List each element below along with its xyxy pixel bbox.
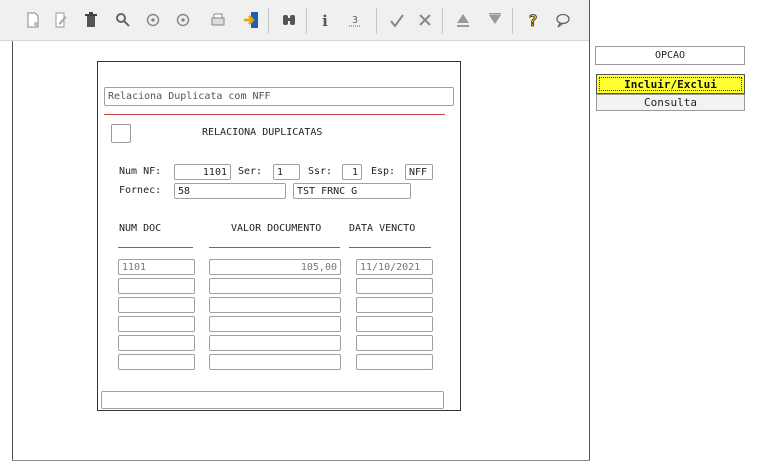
fornec-name-input[interactable]: TST FRNC G <box>293 183 411 199</box>
options-header: OPCAO <box>595 46 745 65</box>
row-data[interactable] <box>356 297 433 313</box>
row-valor[interactable] <box>209 354 341 370</box>
fornec-label: Fornec: <box>119 185 162 196</box>
col-divider <box>209 247 340 248</box>
row-num-doc[interactable]: 1101 <box>118 259 195 275</box>
row-valor[interactable]: 105,00 <box>209 259 341 275</box>
row-num-doc[interactable] <box>118 297 195 313</box>
up-icon[interactable] <box>452 9 474 31</box>
confirm-icon[interactable] <box>386 9 408 31</box>
find-icon[interactable] <box>278 9 300 31</box>
row-data[interactable]: 11/10/2021 <box>356 259 433 275</box>
window-border-right <box>589 0 590 461</box>
row-valor[interactable] <box>209 335 341 351</box>
col-valor-documento: VALOR DOCUMENTO <box>231 223 322 234</box>
new-document-icon[interactable] <box>22 9 44 31</box>
svg-text:3: 3 <box>352 15 358 26</box>
row-num-doc[interactable] <box>118 278 195 294</box>
toolbar-separator <box>512 8 513 34</box>
next-icon[interactable] <box>172 9 194 31</box>
toolbar: i 3 ? <box>0 0 590 41</box>
toolbar-separator <box>442 8 443 34</box>
prev-icon[interactable] <box>142 9 164 31</box>
form-title: Relaciona Duplicata com NFF <box>104 87 454 106</box>
row-num-doc[interactable] <box>118 316 195 332</box>
exit-icon[interactable] <box>240 9 262 31</box>
row-valor[interactable] <box>209 316 341 332</box>
row-num-doc[interactable] <box>118 354 195 370</box>
window-border-left <box>12 41 13 461</box>
num-nf-input[interactable]: 1101 <box>174 164 231 180</box>
search-icon[interactable] <box>112 9 134 31</box>
svg-text:?: ? <box>528 11 538 29</box>
sum-icon[interactable]: 3 <box>344 9 366 31</box>
esp-label: Esp: <box>371 166 396 177</box>
option-incluir-exclui[interactable]: Incluir/Exclui <box>596 74 745 94</box>
select-checkbox[interactable] <box>111 124 131 143</box>
trash-icon[interactable] <box>80 9 102 31</box>
row-valor[interactable] <box>209 297 341 313</box>
ssr-input[interactable]: 1 <box>342 164 362 180</box>
edit-icon[interactable] <box>50 9 72 31</box>
cancel-icon[interactable] <box>414 9 436 31</box>
help-icon[interactable]: ? <box>522 9 544 31</box>
comment-icon[interactable] <box>552 9 574 31</box>
section-label: RELACIONA DUPLICATAS <box>202 127 323 138</box>
num-nf-label: Num NF: <box>119 166 162 177</box>
svg-text:i: i <box>322 12 328 29</box>
col-num-doc: NUM DOC <box>119 223 162 234</box>
toolbar-separator <box>376 8 377 34</box>
ser-input[interactable]: 1 <box>273 164 300 180</box>
esp-input[interactable]: NFF <box>405 164 433 180</box>
status-field[interactable] <box>101 391 444 409</box>
toolbar-separator <box>268 8 269 34</box>
col-divider <box>118 247 193 248</box>
row-data[interactable] <box>356 354 433 370</box>
row-num-doc[interactable] <box>118 335 195 351</box>
row-data[interactable] <box>356 278 433 294</box>
option-incluir-exclui-label: Incluir/Exclui <box>599 77 742 91</box>
down-icon[interactable] <box>484 9 506 31</box>
info-icon[interactable]: i <box>314 9 336 31</box>
col-divider <box>349 247 431 248</box>
ssr-label: Ssr: <box>308 166 333 177</box>
toolbar-separator <box>306 8 307 34</box>
fornec-code-input[interactable]: 58 <box>174 183 286 199</box>
print-icon[interactable] <box>207 9 229 31</box>
col-data-vencto: DATA VENCTO <box>349 223 416 234</box>
option-consulta[interactable]: Consulta <box>596 94 745 111</box>
row-valor[interactable] <box>209 278 341 294</box>
row-data[interactable] <box>356 335 433 351</box>
ser-label: Ser: <box>238 166 263 177</box>
row-data[interactable] <box>356 316 433 332</box>
title-divider <box>104 114 445 115</box>
